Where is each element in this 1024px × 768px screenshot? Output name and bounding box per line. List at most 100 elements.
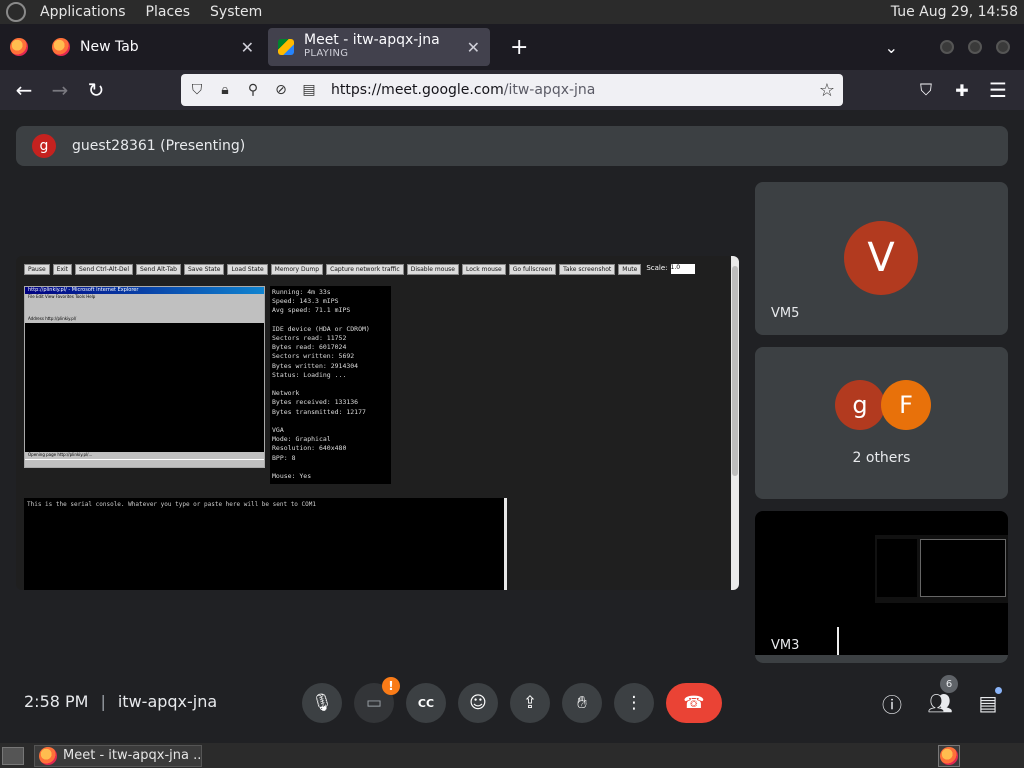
tab-title: New Tab [80, 40, 139, 54]
vm-ctrl-alt-del-button: Send Ctrl-Alt-Del [75, 264, 134, 275]
tab-meet[interactable]: Meet - itw-apqx-jna PLAYING ✕ [268, 28, 490, 66]
tab-bar: New Tab ✕ Meet - itw-apqx-jna PLAYING ✕ … [0, 24, 1024, 70]
vm-save-state-button: Save State [183, 264, 225, 275]
participant-name: VM5 [771, 306, 800, 321]
meeting-time: 2:58 PM [24, 692, 89, 711]
show-desktop-button[interactable] [2, 746, 24, 765]
extensions-icon[interactable]: ✚ [944, 72, 980, 108]
permissions-icon[interactable]: ⚲ [239, 74, 267, 106]
applications-menu[interactable]: Applications [34, 4, 132, 20]
vm-screen: http://plinkiy.pl/ - Microsoft Internet … [24, 286, 265, 468]
vm-mute-button: Mute [618, 264, 642, 275]
vm-scale-input: 1.0 [670, 264, 695, 274]
avatar: g [835, 380, 885, 430]
leave-call-button[interactable]: ☎︎ [666, 683, 722, 723]
new-tab-button[interactable]: + [510, 35, 528, 60]
gnome-bottom-panel: Meet - itw-apqx-jna ... [0, 743, 1024, 768]
places-menu[interactable]: Places [140, 4, 197, 20]
hang-up-icon: ☎︎ [683, 693, 705, 713]
vm-load-state-button: Load State [227, 264, 268, 275]
presenter-label: guest28361 (Presenting) [72, 138, 246, 154]
vm-ie-status: Opening page http://plinkiy.pl/... [25, 452, 264, 459]
url-host: https://meet.google.com [331, 82, 504, 98]
meet-main: g guest28361 (Presenting) Pause Exit Sen… [0, 110, 1024, 743]
taskbar-window-label: Meet - itw-apqx-jna ... [63, 748, 201, 763]
tab-title: Meet - itw-apqx-jna [304, 33, 440, 48]
panel-clock[interactable]: Tue Aug 29, 14:58 [891, 4, 1018, 20]
warning-badge: ! [382, 677, 400, 695]
reader-icon[interactable]: ▤ [295, 74, 323, 106]
captions-button[interactable]: CC [406, 683, 446, 723]
emoji-icon: ☺ [469, 693, 487, 713]
info-icon: ⓘ [882, 692, 902, 717]
share-scrollbar [731, 256, 739, 590]
navigation-bar: ← → ↻ ⛉ 🔒︎ ⚲ ⊘ ▤ https://meet.google.com… [0, 70, 1024, 110]
url-text[interactable]: https://meet.google.com/itw-apqx-jna [331, 82, 595, 98]
meeting-info: 2:58 PM | itw-apqx-jna [24, 692, 217, 711]
vm3-bottom-strip [755, 655, 1008, 663]
tab-playing-label: PLAYING [304, 48, 349, 59]
new-message-dot [995, 687, 1002, 694]
url-bar[interactable]: ⛉ 🔒︎ ⚲ ⊘ ▤ https://meet.google.com/itw-a… [181, 74, 843, 106]
workspace-switcher[interactable] [938, 744, 960, 767]
lock-icon[interactable]: 🔒︎ [211, 74, 239, 106]
screen-share-tile[interactable]: Pause Exit Send Ctrl-Alt-Del Send Alt-Ta… [16, 256, 739, 590]
chat-icon: ▤ [978, 691, 998, 715]
system-menu[interactable]: System [204, 4, 268, 20]
vm-serial-console: This is the serial console. Whatever you… [24, 498, 507, 590]
reload-button[interactable]: ↻ [78, 72, 114, 108]
google-meet-icon [278, 39, 294, 55]
vm3-stats-thumb [877, 539, 917, 597]
separator: | [100, 692, 106, 711]
meeting-code: itw-apqx-jna [117, 692, 218, 711]
forward-button[interactable]: → [42, 72, 78, 108]
pocket-icon[interactable]: ⛉ [908, 72, 944, 108]
tab-new-tab[interactable]: New Tab ✕ [42, 28, 264, 66]
url-path: /itw-apqx-jna [503, 82, 596, 98]
vm-stats-panel: Running: 4m 33s Speed: 143.3 mIPS Avg sp… [270, 286, 391, 484]
chevron-down-icon[interactable]: ⌄ [885, 38, 898, 57]
firefox-icon [52, 38, 70, 56]
vm-disable-mouse-button: Disable mouse [406, 264, 460, 275]
people-button[interactable]: 👥︎ 6 [920, 675, 960, 723]
chat-button[interactable]: ▤ [968, 683, 1008, 723]
taskbar-window-meet[interactable]: Meet - itw-apqx-jna ... [34, 744, 202, 767]
raise-hand-button[interactable]: ✋︎ [562, 683, 602, 723]
participant-tile-vm3[interactable]: VM3 [755, 511, 1008, 663]
present-button[interactable]: ⇪ [510, 683, 550, 723]
close-icon[interactable]: ✕ [241, 38, 254, 57]
vm-toolbar: Pause Exit Send Ctrl-Alt-Del Send Alt-Ta… [24, 264, 695, 275]
avatar: F [881, 380, 931, 430]
vm-capture-traffic-button: Capture network traffic [326, 264, 404, 275]
hamburger-menu-icon[interactable]: ☰ [980, 72, 1016, 108]
gnome-top-panel: Applications Places System Tue Aug 29, 1… [0, 0, 1024, 24]
more-vert-icon: ⋮ [625, 693, 643, 713]
camera-off-icon: ▭ [365, 693, 383, 713]
minimize-window-button[interactable] [940, 40, 954, 54]
nav-right-toolbar: ⛉ ✚ ☰ [908, 72, 1016, 108]
vm-screenshot-button: Take screenshot [559, 264, 616, 275]
microphone-button[interactable]: 🎙︎ [302, 683, 342, 723]
participant-tile-others[interactable]: g F 2 others [755, 347, 1008, 499]
close-icon[interactable]: ✕ [467, 38, 480, 57]
autoplay-blocked-icon[interactable]: ⊘ [267, 74, 295, 106]
meeting-details-button[interactable]: ⓘ [872, 683, 912, 723]
vm-pause-button: Pause [24, 264, 50, 275]
camera-button[interactable]: ▭ ! [354, 677, 400, 723]
shield-icon[interactable]: ⛉ [183, 74, 211, 106]
back-button[interactable]: ← [6, 72, 42, 108]
vm-ie-toolbar [25, 300, 264, 316]
microphone-icon: 🎙︎ [311, 693, 333, 713]
gnome-foot-icon[interactable] [6, 2, 26, 22]
more-options-button[interactable]: ⋮ [614, 683, 654, 723]
avatar: V [844, 221, 918, 295]
vm-memory-dump-button: Memory Dump [270, 264, 324, 275]
bookmark-star-icon[interactable]: ☆ [819, 80, 835, 101]
maximize-window-button[interactable] [968, 40, 982, 54]
close-window-button[interactable] [996, 40, 1010, 54]
reactions-button[interactable]: ☺ [458, 683, 498, 723]
firefox-icon [940, 746, 958, 765]
firefox-view-button[interactable] [0, 38, 38, 56]
participant-tile-vm5[interactable]: V VM5 [755, 182, 1008, 335]
participant-count-badge: 6 [940, 675, 958, 693]
